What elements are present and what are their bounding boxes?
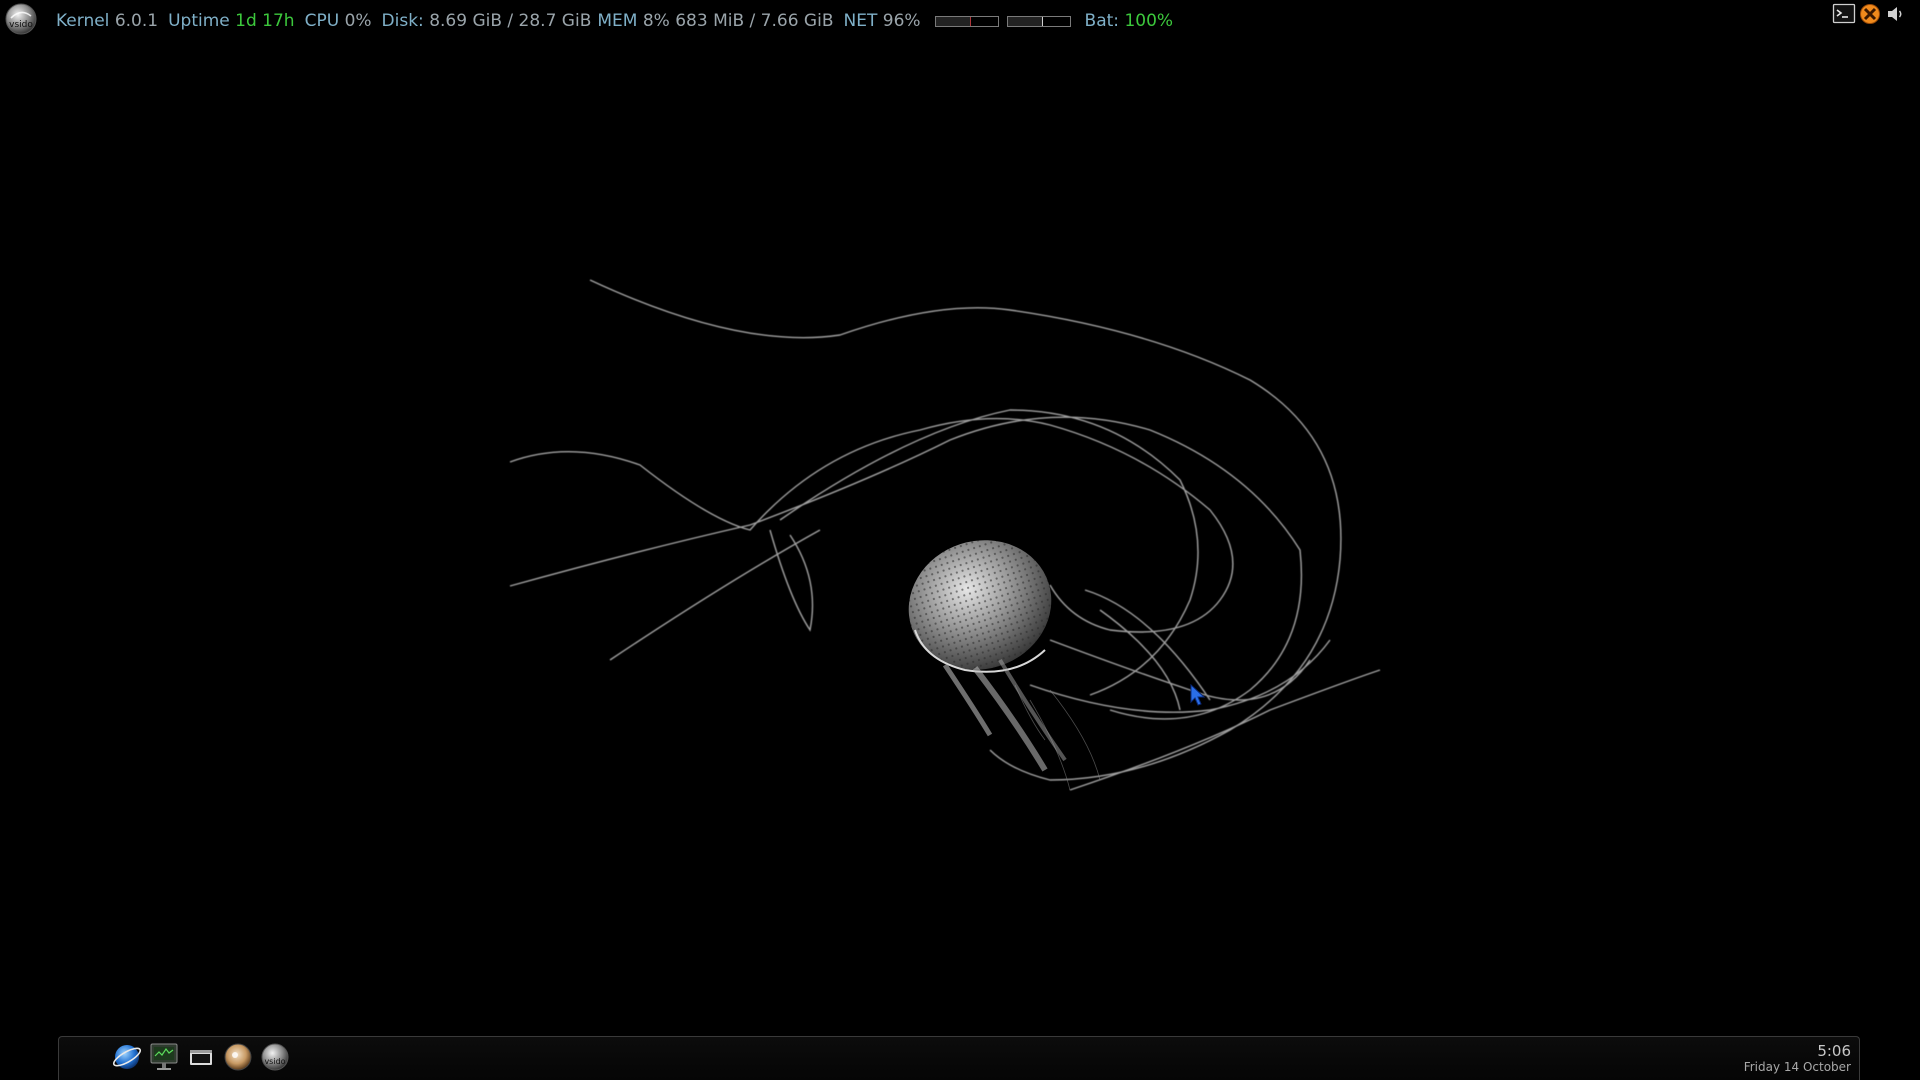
net-up-meter: [1006, 15, 1071, 27]
svg-text:vsido: vsido: [9, 20, 33, 30]
launcher-group: vsido: [111, 1041, 291, 1073]
xfburn-icon[interactable]: [1858, 2, 1882, 26]
bottom-dock: vsido 5:06 Friday 14 October: [58, 1036, 1860, 1080]
clock-time: 5:06: [1817, 1042, 1851, 1060]
jellyfish-icon: [509, 279, 1381, 791]
system-status-line: Kernel 6.0.1 Uptime 1d 17h CPU 0% Disk: …: [56, 10, 1173, 32]
clock-date: Friday 14 October: [1743, 1060, 1851, 1074]
kernel-value: 6.0.1: [114, 11, 159, 31]
disk-label: Disk:: [381, 11, 424, 31]
cpu-label: CPU: [304, 11, 340, 31]
kernel-label: Kernel: [56, 11, 110, 31]
system-tray: [1832, 2, 1908, 26]
uptime-label: Uptime: [168, 11, 230, 31]
cpu-value: 0%: [344, 11, 372, 31]
disk-value: 8.69 GiB / 28.7 GiB: [429, 11, 592, 31]
mem-value: 8% 683 MiB / 7.66 GiB: [642, 11, 834, 31]
volume-icon[interactable]: [1884, 2, 1908, 26]
vsido-logo-icon[interactable]: vsido: [4, 2, 38, 36]
uptime-value: 1d 17h: [235, 11, 295, 31]
browser-launcher[interactable]: [111, 1041, 143, 1073]
svg-text:vsido: vsido: [264, 1057, 285, 1066]
system-monitor-launcher[interactable]: [148, 1041, 180, 1073]
battery-label: Bat:: [1084, 11, 1120, 31]
mem-label: MEM: [597, 11, 638, 31]
terminal-launcher[interactable]: [185, 1041, 217, 1073]
battery-value: 100%: [1124, 11, 1174, 31]
net-down-meter: [934, 15, 999, 27]
mouse-cursor-icon: [1190, 684, 1206, 706]
terminal-icon[interactable]: [1832, 2, 1856, 26]
net-label: NET: [843, 11, 878, 31]
file-manager-launcher[interactable]: [222, 1041, 254, 1073]
net-value: 96%: [882, 11, 921, 31]
desktop[interactable]: vsido Kernel 6.0.1 Uptime 1d 17h CPU 0% …: [0, 0, 1920, 1080]
clock[interactable]: 5:06 Friday 14 October: [1744, 1042, 1851, 1075]
top-status-bar: vsido Kernel 6.0.1 Uptime 1d 17h CPU 0% …: [0, 0, 1920, 40]
vsido-launcher[interactable]: vsido: [259, 1041, 291, 1073]
